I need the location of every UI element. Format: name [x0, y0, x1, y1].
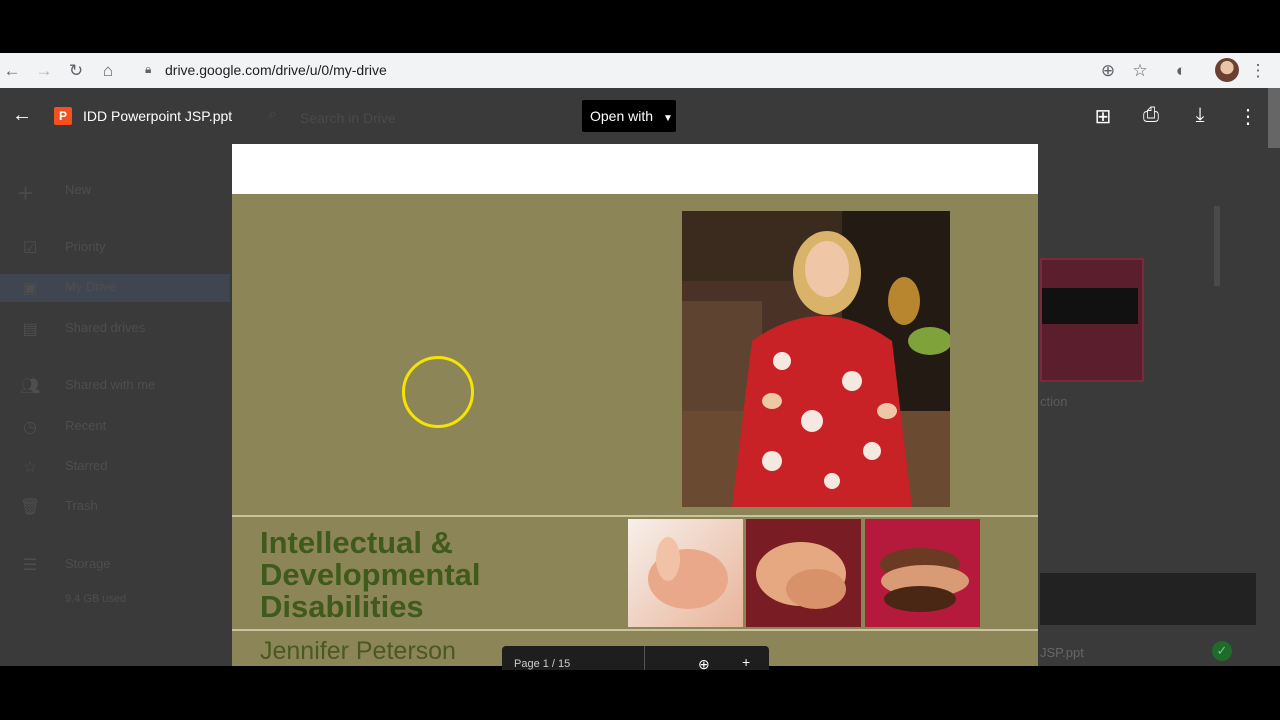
open-with-button[interactable]: Open with ▼ [582, 100, 676, 132]
hands-photo-2 [746, 519, 861, 627]
star-outline-icon: ☆ [22, 459, 38, 476]
new-plus-icon: + [18, 178, 34, 208]
people-icon: 👥︎ [20, 378, 41, 395]
reload-icon[interactable]: ↻ [66, 61, 86, 81]
caret-down-icon: ▼ [662, 113, 673, 124]
open-with-label: Open with [590, 108, 654, 124]
add-icon[interactable]: ⊕ [1098, 61, 1118, 81]
trash-icon: 🗑︎ [20, 499, 41, 516]
address-bar[interactable]: drive.google.com/drive/u/0/my-drive [165, 62, 387, 78]
section-label: ction [1040, 394, 1068, 409]
clock-icon: ◷ [23, 419, 37, 436]
star-icon[interactable]: ☆ [1130, 61, 1150, 81]
new-button[interactable]: New [65, 182, 91, 197]
sidebar-item-priority[interactable]: Priority [65, 239, 105, 254]
search-icon: ⌕ [268, 106, 277, 123]
sidebar-item-recent[interactable]: Recent [65, 418, 106, 433]
extension-icon[interactable]: ◐ [1171, 61, 1191, 81]
slide-header-strip [232, 144, 1038, 194]
powerpoint-icon: P [54, 107, 72, 125]
slide-author: Jennifer Peterson [260, 637, 456, 665]
slide-title-line: Intellectual & [260, 525, 453, 560]
page-indicator: Page 1 / 15 [514, 658, 571, 670]
page-toolbar: Page 1 / 15 ⊕ + [502, 646, 769, 670]
sidebar-item-storage[interactable]: Storage [65, 556, 111, 571]
hands-photo-3 [865, 519, 980, 627]
sidebar-item-starred[interactable]: Starred [65, 458, 108, 473]
page-scrollbar[interactable] [1268, 88, 1280, 148]
more-options-icon[interactable]: ⋮ [1235, 104, 1261, 129]
home-icon[interactable]: ⌂ [98, 61, 118, 81]
slide-photo [682, 211, 950, 507]
avatar[interactable] [1215, 58, 1239, 82]
print-icon[interactable]: ⎙ [1138, 104, 1164, 127]
sidebar-item-shared-with-me[interactable]: Shared with me [65, 377, 155, 392]
download-icon[interactable]: ⤓ [1187, 104, 1213, 127]
sidebar-item-shared-drives[interactable]: Shared drives [65, 320, 145, 335]
file-viewer-overlay: Search in Drive ⌕ + New ☑ Priority ▣ My … [0, 88, 1280, 666]
shared-drives-icon: ▤ [22, 321, 38, 338]
drive-icon: ▣ [22, 280, 38, 297]
slide-title-band: Intellectual & Developmental Disabilitie… [232, 515, 1038, 631]
slide-preview: Intellectual & Developmental Disabilitie… [232, 144, 1038, 666]
lock-icon: 🔒︎ [145, 62, 152, 76]
check-icon: ✓ [1212, 641, 1232, 661]
sidebar-item-trash[interactable]: Trash [65, 498, 98, 513]
cursor-highlight [402, 356, 474, 428]
zoom-in-icon[interactable]: + [742, 654, 750, 670]
sidebar-item-my-drive[interactable]: My Drive [65, 279, 116, 294]
search-input[interactable]: Search in Drive [300, 110, 396, 126]
storage-used: 9.4 GB used [65, 593, 127, 605]
slide-title-line: Developmental [260, 557, 481, 592]
browser-toolbar: ← → ↻ ⌂ 🔒︎ drive.google.com/drive/u/0/my… [0, 53, 1280, 88]
zoom-icon[interactable]: ⊕ [698, 656, 710, 670]
add-comment-icon[interactable]: ⊞ [1090, 104, 1116, 129]
upload-panel [1040, 573, 1256, 625]
hands-photo-1 [628, 519, 743, 627]
slide-title-line: Disabilities [260, 589, 424, 624]
file-name: IDD Powerpoint JSP.ppt [83, 108, 233, 124]
drive-scrollbar[interactable] [1214, 206, 1220, 286]
menu-icon[interactable]: ⋮ [1248, 61, 1268, 81]
upload-file-name: JSP.ppt [1040, 645, 1084, 660]
forward-icon[interactable]: → [34, 61, 54, 81]
back-icon[interactable]: ← [2, 61, 22, 81]
storage-icon: ☰ [22, 557, 38, 574]
back-arrow-icon[interactable]: ← [12, 104, 32, 127]
slide-title: Intellectual & Developmental Disabilitie… [260, 527, 481, 623]
file-thumbnail[interactable] [1040, 258, 1144, 382]
priority-icon: ☑ [22, 240, 38, 257]
